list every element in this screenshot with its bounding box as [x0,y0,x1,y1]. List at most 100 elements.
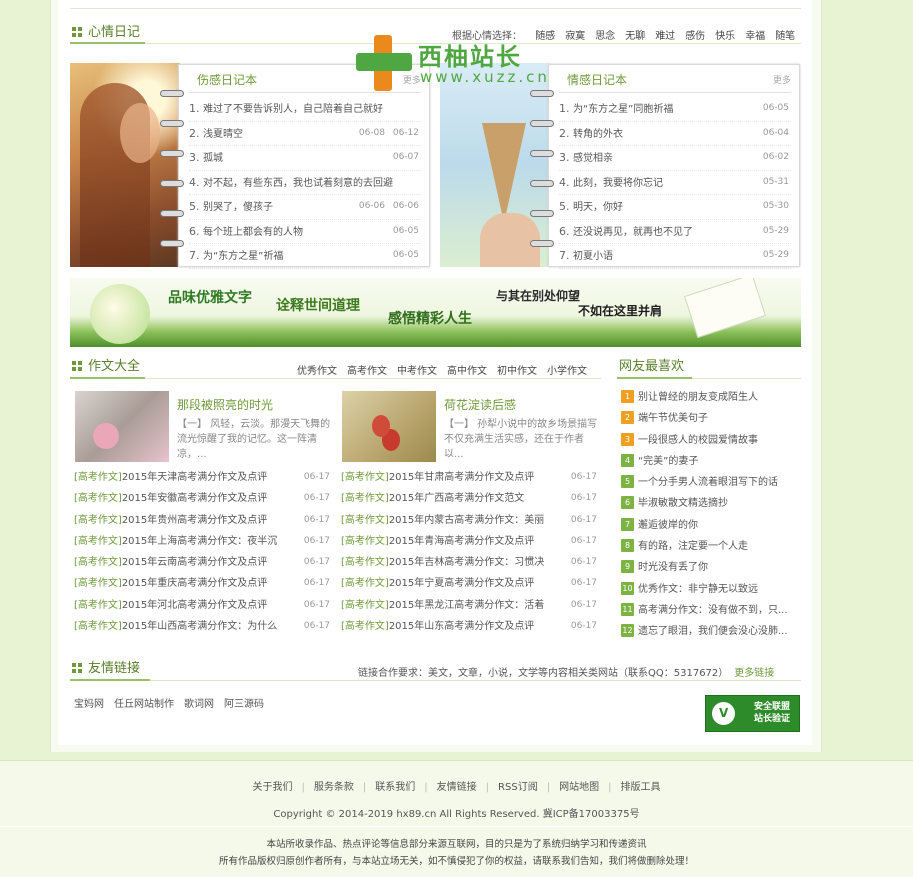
more-links-link[interactable]: 更多链接 [734,668,774,679]
footer-nav-link[interactable]: 关于我们 [253,782,293,793]
mood-filter-link[interactable]: 无聊 [625,31,645,42]
essay-filter-link[interactable]: 初中作文 [497,366,537,377]
favorite-item[interactable]: 8 有的路，注定要一个人走 [621,536,799,557]
essay-title[interactable]: 2015年安徽高考满分作文及点评 [122,493,267,504]
essay-title[interactable]: 2015年内蒙古高考满分作文：美丽 [389,515,544,526]
item-title[interactable]: 转角的外衣 [573,129,623,140]
essay-category-tag[interactable]: [高考作文] [341,578,389,589]
mood-filter-link[interactable]: 感伤 [685,31,705,42]
favorite-title[interactable]: 邂逅彼岸的你 [638,520,698,531]
favorite-title[interactable]: “完美”的妻子 [638,456,698,467]
mood-filter-link[interactable]: 寂寞 [565,31,585,42]
essay-title[interactable]: 2015年天津高考满分作文及点评 [122,472,267,483]
sad-diary-title[interactable]: 伤感日记本 [197,71,257,88]
essay-title[interactable]: 2015年广西高考满分作文范文 [389,493,524,504]
essay-category-tag[interactable]: [高考作文] [74,515,122,526]
essay-category-tag[interactable]: [高考作文] [341,600,389,611]
favorite-title[interactable]: 优秀作文：非宁静无以致远 [638,584,758,595]
favorite-title[interactable]: 一段很感人的校园爱情故事 [638,435,758,446]
friend-link[interactable]: 歌词网 [184,699,214,710]
item-title[interactable]: 难过了不要告诉别人，自己陪着自己就好 [203,104,383,115]
diary-list-item[interactable]: 3. 孤城 06-07 [189,146,421,171]
diary-list-item[interactable]: 2. 转角的外衣 06-04 [559,122,791,146]
essay-category-tag[interactable]: [高考作文] [74,621,122,632]
diary-list-item[interactable]: 6. 每个班上都会有的人物 06-05 [189,220,421,244]
essay-list-item[interactable]: [高考作文]2015年宁夏高考满分作文及点评 06-17 [341,573,597,594]
essay-category-tag[interactable]: [高考作文] [341,493,389,504]
essay-category-tag[interactable]: [高考作文] [74,578,122,589]
diary-list-item[interactable]: 6. 还没说再见，就再也不见了 05-29 [559,220,791,244]
diary-list-item[interactable]: 1. 难过了不要告诉别人，自己陪着自己就好 [189,97,421,122]
diary-list-item[interactable]: 7. 初夏小语 05-29 [559,244,791,269]
mood-filter-link[interactable]: 思念 [595,31,615,42]
essay-list-item[interactable]: [高考作文]2015年天津高考满分作文及点评 06-17 [74,467,330,488]
favorite-title[interactable]: 毕淑敏散文精选摘抄 [638,498,728,509]
essay-list-item[interactable]: [高考作文]2015年黑龙江高考满分作文：活着 06-17 [341,595,597,616]
essay-category-tag[interactable]: [高考作文] [74,472,122,483]
favorite-title[interactable]: 有的路，注定要一个人走 [638,541,748,552]
favorite-item[interactable]: 3 一段很感人的校园爱情故事 [621,430,799,451]
essay-category-tag[interactable]: [高考作文] [341,621,389,632]
friend-link[interactable]: 任丘网站制作 [114,699,174,710]
favorite-title[interactable]: 一个分手男人流着眼泪写下的话 [638,477,778,488]
essay-feature-title[interactable]: 那段被照亮的时光 [177,396,273,413]
favorite-item[interactable]: 2 端午节优美句子 [621,408,799,429]
diary-list-item[interactable]: 4. 对不起，有些东西，我也试着刻意的去回避 [189,171,421,195]
essay-list-item[interactable]: [高考作文]2015年贵州高考满分作文及点评 06-17 [74,510,330,531]
essay-title[interactable]: 2015年云南高考满分作文及点评 [122,557,267,568]
essay-feature-title[interactable]: 荷花淀读后感 [444,396,516,413]
item-title[interactable]: 此刻，我要将你忘记 [573,178,663,189]
favorite-title[interactable]: 别让曾经的朋友变成陌生人 [638,392,758,403]
essay-category-tag[interactable]: [高考作文] [74,493,122,504]
footer-nav-link[interactable]: RSS订阅 [498,782,538,793]
mood-filter-link[interactable]: 幸福 [745,31,765,42]
essay-filter-link[interactable]: 小学作文 [547,366,587,377]
essay-title[interactable]: 2015年山西高考满分作文：为什么 [122,621,277,632]
diary-list-item[interactable]: 4. 此刻，我要将你忘记 05-31 [559,171,791,195]
essay-list-item[interactable]: [高考作文]2015年广西高考满分作文范文 06-17 [341,488,597,509]
essay-title[interactable]: 2015年宁夏高考满分作文及点评 [389,578,534,589]
emotion-diary-more-link[interactable]: 更多 [773,73,791,86]
essay-list-item[interactable]: [高考作文]2015年吉林高考满分作文：习惯决 06-17 [341,552,597,573]
favorite-item[interactable]: 7 邂逅彼岸的你 [621,515,799,536]
essay-list-item[interactable]: [高考作文]2015年重庆高考满分作文及点评 06-17 [74,573,330,594]
footer-nav-link[interactable]: 排版工具 [620,782,660,793]
essay-title[interactable]: 2015年青海高考满分作文及点评 [389,536,534,547]
mood-filter-link[interactable]: 快乐 [715,31,735,42]
mood-filter-link[interactable]: 难过 [655,31,675,42]
diary-list-item[interactable]: 1. 为“东方之星”同胞祈福 06-05 [559,97,791,122]
essay-list-item[interactable]: [高考作文]2015年内蒙古高考满分作文：美丽 06-17 [341,510,597,531]
essay-filter-link[interactable]: 高考作文 [347,366,387,377]
favorite-item[interactable]: 1 别让曾经的朋友变成陌生人 [621,387,799,408]
item-title[interactable]: 每个班上都会有的人物 [203,227,303,238]
favorite-item[interactable]: 6 毕淑敏散文精选摘抄 [621,493,799,514]
essay-category-tag[interactable]: [高考作文] [341,557,389,568]
essay-category-tag[interactable]: [高考作文] [341,536,389,547]
essay-list-item[interactable]: [高考作文]2015年河北高考满分作文及点评 06-17 [74,595,330,616]
footer-nav-link[interactable]: 友情链接 [437,782,477,793]
item-title[interactable]: 孤城 [203,153,223,164]
item-title[interactable]: 浅夏晴空 [203,129,243,140]
favorite-item[interactable]: 4 “完美”的妻子 [621,451,799,472]
favorite-title[interactable]: 时光没有丢了你 [638,562,708,573]
item-title[interactable]: 别哭了，傻孩子 [203,202,273,213]
essay-title[interactable]: 2015年贵州高考满分作文及点评 [122,515,267,526]
essay-list-item[interactable]: [高考作文]2015年甘肃高考满分作文及点评 06-17 [341,467,597,488]
essay-list-item[interactable]: [高考作文]2015年云南高考满分作文及点评 06-17 [74,552,330,573]
essay-list-item[interactable]: [高考作文]2015年上海高考满分作文：夜半沉 06-17 [74,531,330,552]
favorite-item[interactable]: 5 一个分手男人流着眼泪写下的话 [621,472,799,493]
essay-title[interactable]: 2015年甘肃高考满分作文及点评 [389,472,534,483]
essay-filter-link[interactable]: 中考作文 [397,366,437,377]
essay-title[interactable]: 2015年上海高考满分作文：夜半沉 [122,536,277,547]
favorite-item[interactable]: 11 高考满分作文：没有做不到，只... [621,600,799,621]
mood-filter-link[interactable]: 随笔 [775,31,795,42]
item-title[interactable]: 明天，你好 [573,202,623,213]
essay-list-item[interactable]: [高考作文]2015年安徽高考满分作文及点评 06-17 [74,488,330,509]
item-title[interactable]: 为“东方之星”祈福 [203,251,283,262]
diary-list-item[interactable]: 2. 浅夏晴空 06-08 06-12 [189,122,421,146]
essay-category-tag[interactable]: [高考作文] [74,600,122,611]
item-title[interactable]: 为“东方之星”同胞祈福 [573,104,673,115]
item-title[interactable]: 还没说再见，就再也不见了 [573,227,693,238]
essay-title[interactable]: 2015年黑龙江高考满分作文：活着 [389,600,544,611]
essay-list-item[interactable]: [高考作文]2015年山东高考满分作文及点评 06-17 [341,616,597,637]
